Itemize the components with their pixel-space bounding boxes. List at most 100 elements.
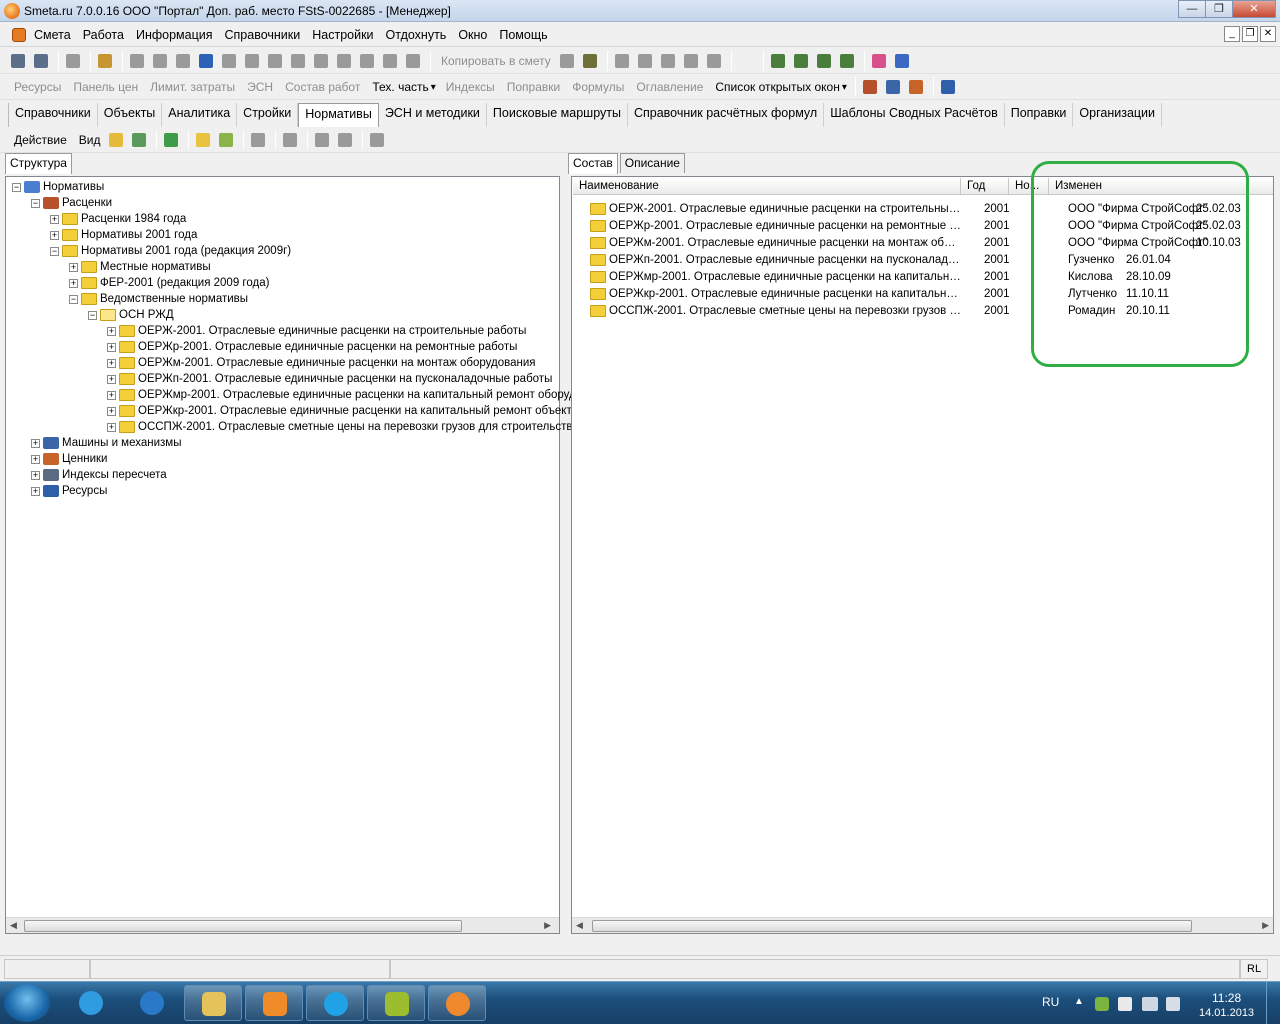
expand-icon[interactable]: +	[107, 406, 116, 416]
language-indicator[interactable]: RU	[1042, 995, 1059, 1024]
app-icon[interactable]	[4, 3, 20, 19]
toolbar-item-0[interactable]: Ресурсы	[14, 80, 61, 94]
paste-icon[interactable]	[580, 51, 600, 71]
tab-9[interactable]: Поправки	[1005, 103, 1074, 127]
show-desktop-button[interactable]	[1266, 982, 1280, 1024]
up-level-icon[interactable]	[837, 51, 857, 71]
expand-icon[interactable]: +	[31, 438, 40, 448]
toolbar-item-10[interactable]: Список открытых окон	[715, 80, 840, 94]
menu-item-7[interactable]: Помощь	[499, 28, 547, 42]
tab-6[interactable]: Поисковые маршруты	[487, 103, 628, 127]
move-up-icon[interactable]	[357, 51, 377, 71]
new-folder-icon[interactable]	[193, 130, 213, 150]
collapse-icon[interactable]: −	[69, 294, 78, 304]
mdi-minimize-button[interactable]: _	[1224, 26, 1240, 42]
new-item-icon[interactable]	[216, 130, 236, 150]
tab-3[interactable]: Стройки	[237, 103, 299, 127]
menu-item-6[interactable]: Окно	[458, 28, 487, 42]
list-alt-icon[interactable]	[242, 51, 262, 71]
structure-tree[interactable]: − Нормативы − Расценки + Расценки 1984 года + Н…	[5, 176, 576, 934]
view-menu[interactable]: Вид	[79, 133, 101, 147]
scroll-left-icon[interactable]: ◀	[10, 920, 17, 931]
tree-node[interactable]: + Индексы пересчета	[31, 467, 167, 483]
tree-node[interactable]: + ОЕРЖм-2001. Отраслевые единичные расцен…	[107, 355, 535, 371]
collapse-icon[interactable]: −	[88, 310, 97, 320]
expand-icon[interactable]: +	[69, 262, 78, 272]
tab-2[interactable]: Аналитика	[162, 103, 238, 127]
expand-icon[interactable]: +	[107, 374, 116, 384]
grid-alt-icon[interactable]	[635, 51, 655, 71]
tree-node[interactable]: + Расценки 1984 года	[50, 211, 186, 227]
tree-node[interactable]: + ОССПЖ-2001. Отраслевые сметные цены на …	[107, 419, 573, 435]
tree-node[interactable]: + Местные нормативы	[69, 259, 211, 275]
expand-icon[interactable]: +	[31, 486, 40, 496]
tree-node[interactable]: + ОЕРЖп-2001. Отраслевые единичные расцен…	[107, 371, 552, 387]
tree-icon[interactable]	[8, 51, 28, 71]
move-down-icon[interactable]	[380, 51, 400, 71]
copy-icon[interactable]	[248, 130, 268, 150]
expand-icon[interactable]: +	[107, 422, 116, 432]
tree-node[interactable]: + Ресурсы	[31, 483, 107, 499]
maximize-button[interactable]: ❐	[1205, 0, 1233, 18]
toolbar-item-6[interactable]: Индексы	[446, 80, 495, 94]
toolbar-item-3[interactable]: ЭСН	[247, 80, 273, 94]
scroll-right-icon[interactable]: ▶	[544, 920, 551, 931]
arrow-down-icon[interactable]	[335, 130, 355, 150]
delete-icon[interactable]	[334, 51, 354, 71]
expand-icon[interactable]: +	[107, 326, 116, 336]
network-icon[interactable]	[1142, 997, 1158, 1011]
tree-node[interactable]: + Ценники	[31, 451, 107, 467]
minimize-button[interactable]: —	[1178, 0, 1206, 18]
tab-4[interactable]: Нормативы	[298, 103, 379, 127]
bricks-icon[interactable]	[906, 77, 926, 97]
android-icon[interactable]	[1095, 997, 1109, 1011]
column-name[interactable]: Наименование	[573, 178, 961, 194]
taskbar-app-4[interactable]	[306, 985, 364, 1021]
list-horizontal-scrollbar[interactable]: ◀ ▶	[572, 917, 1273, 933]
table-icon[interactable]	[658, 51, 678, 71]
tab-contents[interactable]: Состав	[568, 153, 618, 174]
expand-icon[interactable]: +	[50, 214, 59, 224]
tab-5[interactable]: ЭСН и методики	[379, 103, 487, 127]
indent-icon[interactable]	[768, 51, 788, 71]
expand-icon[interactable]: +	[31, 470, 40, 480]
add-icon[interactable]	[403, 51, 423, 71]
mdi-restore-button[interactable]: ❐	[1242, 26, 1258, 42]
collapse-icon[interactable]: −	[12, 182, 21, 192]
tree-node[interactable]: + Нормативы 2001 года	[50, 227, 197, 243]
car-icon[interactable]	[265, 51, 285, 71]
expand-icon[interactable]: +	[107, 342, 116, 352]
menu-item-4[interactable]: Настройки	[312, 28, 373, 42]
dropdown-arrow-icon[interactable]: ▾	[431, 82, 436, 93]
tree-node[interactable]: − Нормативы	[12, 179, 104, 195]
expand-icon[interactable]: +	[31, 454, 40, 464]
properties-icon[interactable]	[367, 130, 387, 150]
save-all-icon[interactable]	[150, 51, 170, 71]
action-menu[interactable]: Действие	[14, 133, 67, 147]
calc-icon[interactable]	[63, 51, 83, 71]
tree-node[interactable]: − Ведомственные нормативы	[69, 291, 248, 307]
tree-node[interactable]: − Расценки	[31, 195, 112, 211]
expand-icon[interactable]: +	[107, 390, 116, 400]
collapse-icon[interactable]: −	[31, 198, 40, 208]
tab-8[interactable]: Шаблоны Сводных Расчётов	[824, 103, 1005, 127]
tree-node[interactable]: + ОЕРЖ-2001. Отраслевые единичные расценк…	[107, 323, 526, 339]
folder-back-icon[interactable]	[129, 130, 149, 150]
tab-10[interactable]: Организации	[1073, 103, 1163, 127]
refresh-icon[interactable]	[196, 51, 216, 71]
taskbar-app-5[interactable]	[367, 985, 425, 1021]
hammer-icon[interactable]	[860, 77, 880, 97]
list-icon[interactable]	[219, 51, 239, 71]
tree-node[interactable]: − ОСН РЖД	[88, 307, 174, 323]
tree-node[interactable]: + Машины и механизмы	[31, 435, 181, 451]
undo-icon[interactable]	[173, 51, 193, 71]
tree-node[interactable]: − Нормативы 2001 года (редакция 2009г)	[50, 243, 291, 259]
tree-node[interactable]: + ФЕР-2001 (редакция 2009 года)	[69, 275, 269, 291]
copy-icon[interactable]	[557, 51, 577, 71]
down-level-icon[interactable]	[814, 51, 834, 71]
toolbar-item-5[interactable]: Тех. часть	[372, 80, 428, 94]
search-icon[interactable]	[95, 51, 115, 71]
mdi-close-button[interactable]: ✕	[1260, 26, 1276, 42]
scroll-thumb[interactable]	[592, 920, 1192, 932]
tree-horizontal-scrollbar[interactable]: ◀ ▶	[6, 917, 559, 933]
